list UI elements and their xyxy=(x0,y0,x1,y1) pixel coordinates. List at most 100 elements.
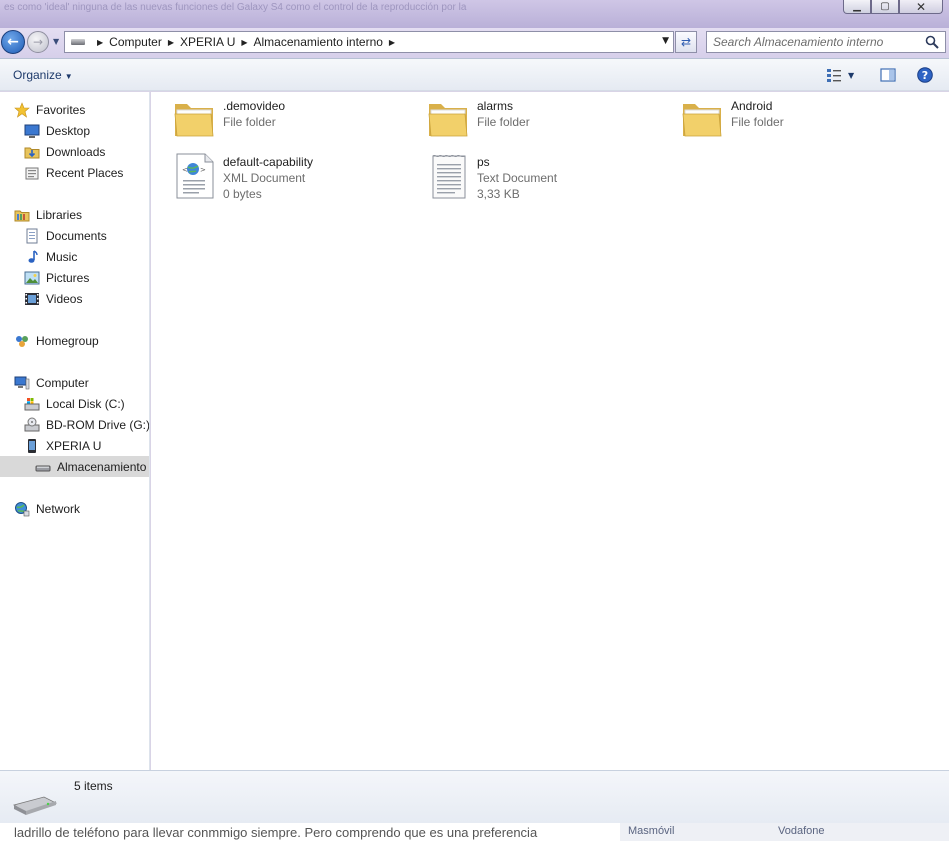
background-page-text: ladrillo de teléfono para llevar conmmig… xyxy=(14,825,538,840)
list-item[interactable]: < > default-capability XML Document 0 by… xyxy=(171,152,411,202)
file-type: File folder xyxy=(477,115,530,129)
change-view-button[interactable]: ▼ xyxy=(826,67,860,83)
sidebar-item-recent-places[interactable]: Recent Places xyxy=(24,162,123,183)
background-page-text: es como 'ideal' ninguna de las nuevas fu… xyxy=(4,2,467,13)
sidebar-item-pictures[interactable]: Pictures xyxy=(24,267,89,288)
sidebar-item-network[interactable]: Network xyxy=(14,498,80,519)
forward-button[interactable]: → xyxy=(27,31,49,53)
address-row: ← → ▼ ▶ Computer ▶ XPERIA U ▶ Almacenami… xyxy=(0,28,949,58)
close-button[interactable]: ✕ xyxy=(899,0,943,14)
computer-icon xyxy=(14,376,30,389)
documents-icon xyxy=(26,228,38,243)
details-pane: 5 items xyxy=(0,770,949,823)
sidebar-item-downloads[interactable]: Downloads xyxy=(24,141,105,162)
help-icon[interactable]: ? xyxy=(917,67,933,83)
sidebar-item-documents[interactable]: Documents xyxy=(24,225,107,246)
search-icon[interactable] xyxy=(925,35,939,49)
folder-icon xyxy=(428,104,468,137)
videos-icon xyxy=(25,292,39,305)
svg-text:>: > xyxy=(200,166,206,174)
sidebar-item-label: Computer xyxy=(36,375,89,390)
address-history-dropdown[interactable]: ▼ xyxy=(662,36,669,46)
sidebar-item-label: Recent Places xyxy=(46,165,124,180)
sidebar-item-almacenamiento[interactable]: Almacenamiento xyxy=(0,456,149,477)
list-item[interactable]: ps Text Document 3,33 KB xyxy=(425,152,665,202)
title-bar: es como 'ideal' ninguna de las nuevas fu… xyxy=(0,0,949,28)
background-page: ladrillo de teléfono para llevar conmmig… xyxy=(0,823,949,841)
chevron-right-icon[interactable]: ▶ xyxy=(168,38,174,47)
organize-menu-button[interactable]: Organize ▼ xyxy=(13,68,73,82)
list-item[interactable]: Android File folder xyxy=(679,96,919,146)
sidebar-item-label: Almacenamiento xyxy=(57,459,147,474)
file-size: 0 bytes xyxy=(223,187,262,201)
sidebar-item-bd-rom-drive[interactable]: BD-ROM Drive (G:) ... xyxy=(24,414,150,435)
item-count: 5 items xyxy=(74,779,113,793)
back-button[interactable]: ← xyxy=(1,30,25,54)
sidebar-item-music[interactable]: Music xyxy=(24,246,77,267)
breadcrumb-computer[interactable]: Computer xyxy=(109,35,162,49)
sidebar-item-desktop[interactable]: Desktop xyxy=(24,120,90,141)
chevron-down-icon: ▼ xyxy=(64,72,73,81)
navigation-pane: Favorites Desktop Downloads Recent Place… xyxy=(0,92,150,770)
chevron-down-icon[interactable]: ▼ xyxy=(848,71,854,80)
storage-drive-icon xyxy=(35,465,51,471)
svg-text:?: ? xyxy=(922,69,928,82)
folder-icon xyxy=(174,104,214,137)
sidebar-item-label: Local Disk (C:) xyxy=(46,396,125,411)
background-sidebar: Masmóvil Vodafone xyxy=(620,823,949,841)
minimize-button[interactable]: ▁ xyxy=(843,0,871,14)
refresh-icon: ⇄ xyxy=(680,35,692,49)
sidebar-item-label: Favorites xyxy=(36,102,86,117)
address-bar[interactable]: ▶ Computer ▶ XPERIA U ▶ Almacenamiento i… xyxy=(64,31,674,53)
list-item[interactable]: alarms File folder xyxy=(425,96,665,146)
network-icon xyxy=(15,501,30,516)
drive-icon xyxy=(71,39,85,45)
sidebar-item-favorites[interactable]: Favorites xyxy=(14,99,85,120)
sidebar-item-label: Music xyxy=(46,249,78,264)
folder-icon xyxy=(682,104,722,137)
sidebar-item-label: Network xyxy=(36,501,81,516)
local-disk-icon xyxy=(24,397,40,410)
chevron-right-icon[interactable]: ▶ xyxy=(241,38,247,47)
sidebar-item-label: Videos xyxy=(46,291,83,306)
breadcrumb-xperia-u[interactable]: XPERIA U xyxy=(180,35,235,49)
sidebar-item-homegroup[interactable]: Homegroup xyxy=(14,330,99,351)
phone-icon xyxy=(28,438,36,453)
background-link: Vodafone xyxy=(778,825,825,837)
sidebar-item-label: XPERIA U xyxy=(46,438,102,453)
xml-document-icon: < > xyxy=(176,153,214,199)
optical-drive-icon xyxy=(24,417,40,431)
breadcrumb-almacenamiento-interno[interactable]: Almacenamiento interno xyxy=(254,35,383,49)
list-item[interactable]: .demovideo File folder xyxy=(171,96,411,146)
preview-pane-icon[interactable] xyxy=(880,67,896,83)
sidebar-item-videos[interactable]: Videos xyxy=(24,288,82,309)
sidebar-item-local-disk[interactable]: Local Disk (C:) xyxy=(24,393,125,414)
command-bar: Organize ▼ ▼ ? xyxy=(0,58,949,91)
file-list: .demovideo File folder alarms File folde… xyxy=(151,92,949,770)
refresh-button[interactable]: ⇄ xyxy=(675,31,697,53)
chevron-right-icon[interactable]: ▶ xyxy=(389,38,395,47)
view-options-icon xyxy=(827,69,841,82)
file-size: 3,33 KB xyxy=(477,187,520,201)
sidebar-item-xperia-u[interactable]: XPERIA U xyxy=(24,435,101,456)
maximize-button[interactable]: ▢ xyxy=(871,0,899,14)
chevron-right-icon[interactable]: ▶ xyxy=(97,38,103,47)
storage-drive-icon xyxy=(13,796,58,815)
search-box xyxy=(706,31,946,53)
file-type: File folder xyxy=(223,115,276,129)
music-note-icon xyxy=(28,249,38,263)
sidebar-item-libraries[interactable]: Libraries xyxy=(14,204,82,225)
file-type: Text Document xyxy=(477,171,558,185)
sidebar-item-computer[interactable]: Computer xyxy=(14,372,89,393)
organize-label: Organize xyxy=(13,68,62,82)
file-name: Android xyxy=(731,99,773,113)
file-name: default-capability xyxy=(223,155,314,169)
file-type: XML Document xyxy=(223,171,306,185)
sidebar-item-label: Documents xyxy=(46,228,107,243)
search-input[interactable] xyxy=(713,35,918,49)
recent-pages-dropdown[interactable]: ▼ xyxy=(53,37,63,47)
recent-places-icon xyxy=(25,167,39,179)
sidebar-item-label: Desktop xyxy=(46,123,91,138)
file-type: File folder xyxy=(731,115,784,129)
sidebar-item-label: BD-ROM Drive (G:) ... xyxy=(46,417,150,432)
